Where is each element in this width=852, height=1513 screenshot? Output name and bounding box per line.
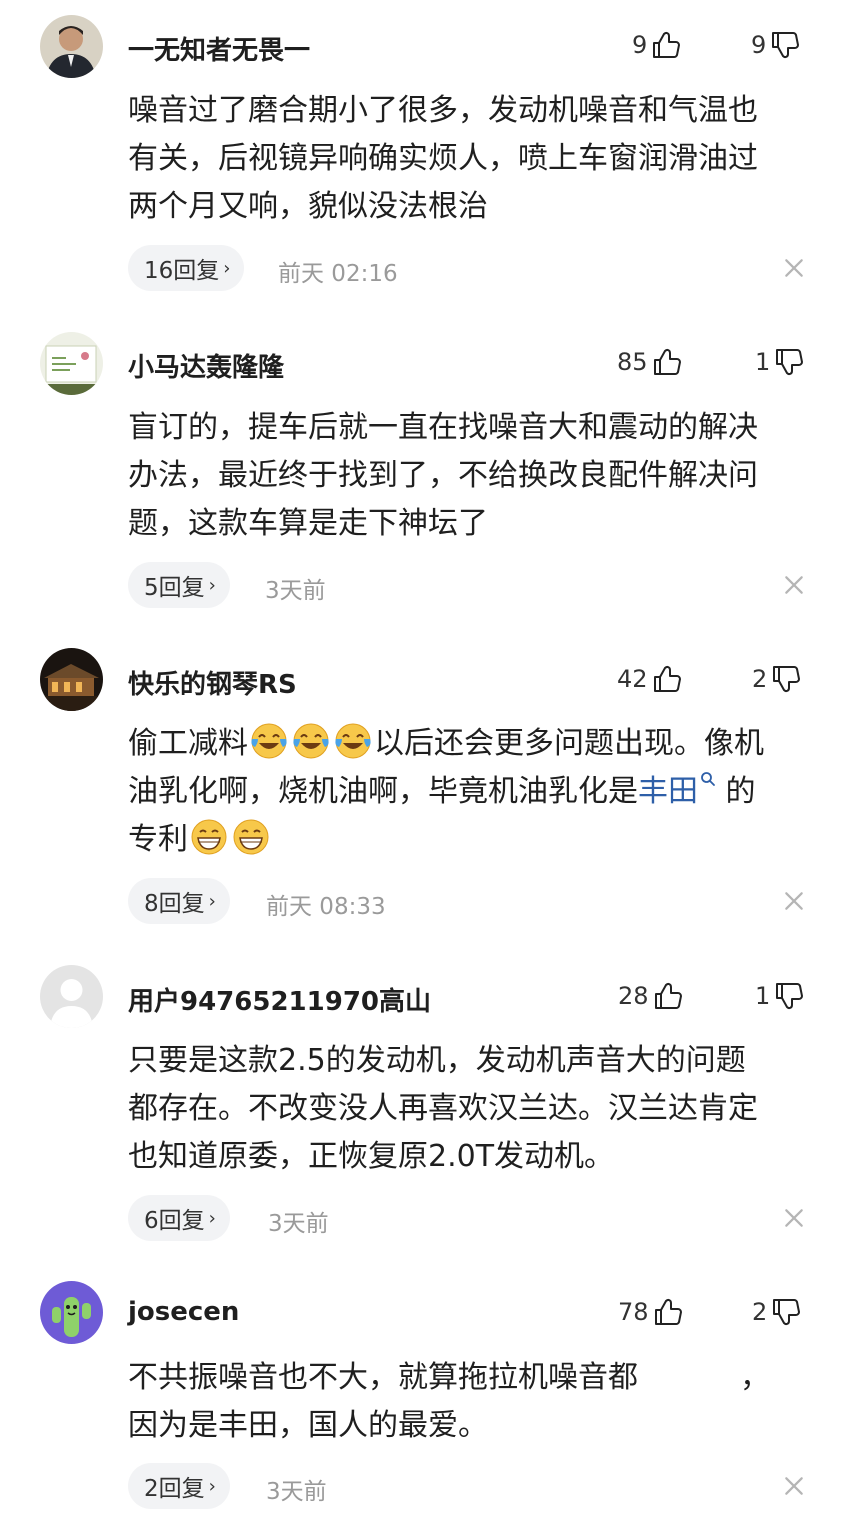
username[interactable]: 一无知者无畏一 — [128, 30, 310, 67]
dislike-count: 1 — [755, 982, 771, 1010]
close-icon[interactable] — [783, 1207, 805, 1229]
dislike-button[interactable]: 2 — [752, 664, 801, 694]
comment-line: 有关，后视镜异响确实烦人，喷上车窗润滑油过 — [128, 141, 758, 176]
comment-line: 专利 — [128, 816, 828, 864]
thumb-down-icon — [771, 1297, 801, 1327]
text-segment: 油乳化啊，烧机油啊，毕竟机油乳化是 — [128, 774, 638, 809]
grin-emoji — [189, 817, 229, 857]
like-button[interactable]: 42 — [617, 664, 682, 694]
replies-button[interactable]: 8回复 › — [128, 878, 230, 924]
comment-text: 偷工减料 以后还会更多问题出现。像机 油乳化啊，烧机油啊，毕竟机油乳化是丰田 的 … — [128, 720, 828, 864]
replies-button[interactable]: 16回复 › — [128, 245, 245, 291]
thumb-down-icon — [774, 347, 804, 377]
like-button[interactable]: 28 — [618, 981, 683, 1011]
replies-button[interactable]: 6回复 › — [128, 1195, 230, 1241]
replies-label: 6回复 — [144, 1208, 205, 1234]
comment-line: 油乳化啊，烧机油啊，毕竟机油乳化是丰田 的 — [128, 768, 828, 816]
like-button[interactable]: 85 — [617, 347, 682, 377]
thumb-up-icon — [652, 347, 682, 377]
like-count: 28 — [618, 982, 649, 1010]
timestamp: 前天 08:33 — [266, 894, 386, 920]
text-segment: 偷工减料 — [128, 726, 248, 761]
comment-text: 只要是这款2.5的发动机，发动机声音大的问题 都存在。不改变没人再喜欢汉兰达。汉… — [128, 1037, 818, 1181]
comment-line: 都存在。不改变没人再喜欢汉兰达。汉兰达肯定 — [128, 1091, 758, 1126]
chevron-right-icon: › — [223, 257, 231, 279]
dislike-count: 1 — [755, 348, 771, 376]
replies-label: 16回复 — [144, 258, 220, 284]
text-segment: 不共振噪音也不大，就算拖拉机噪音都 — [128, 1360, 638, 1395]
avatar[interactable] — [40, 332, 103, 395]
comment-line: 只要是这款2.5的发动机，发动机声音大的问题 — [128, 1043, 746, 1078]
timestamp: 3天前 — [268, 1211, 329, 1237]
comment-line: 不共振噪音也不大，就算拖拉机噪音都 ， — [128, 1354, 828, 1402]
dislike-count: 2 — [752, 665, 768, 693]
close-icon[interactable] — [783, 1475, 805, 1497]
like-count: 78 — [618, 1298, 649, 1326]
text-segment: 的 — [725, 774, 756, 809]
comment-line: 题，这款车算是走下神坛了 — [128, 506, 488, 541]
chevron-right-icon: › — [208, 1207, 216, 1229]
replies-button[interactable]: 5回复 › — [128, 562, 230, 608]
like-count: 85 — [617, 348, 648, 376]
username[interactable]: josecen — [128, 1297, 239, 1327]
text-segment: 专利 — [128, 822, 188, 857]
comment-line: 盲订的，提车后就一直在找噪音大和震动的解决 — [128, 410, 758, 445]
comment-text: 盲订的，提车后就一直在找噪音大和震动的解决 办法，最近终于找到了，不给换改良配件… — [128, 404, 818, 548]
comment-line: 办法，最近终于找到了，不给换改良配件解决问 — [128, 458, 758, 493]
close-icon[interactable] — [783, 890, 805, 912]
laugh-cry-emoji — [291, 721, 331, 761]
comment-line: 因为是丰田，国人的最爱。 — [128, 1408, 488, 1443]
timestamp: 3天前 — [266, 1479, 327, 1505]
laugh-cry-emoji — [249, 721, 289, 761]
chevron-right-icon: › — [208, 890, 216, 912]
comment-text: 噪音过了磨合期小了很多，发动机噪音和气温也 有关，后视镜异响确实烦人，喷上车窗润… — [128, 87, 818, 231]
close-icon[interactable] — [783, 257, 805, 279]
comment-text: 不共振噪音也不大，就算拖拉机噪音都 ， 因为是丰田，国人的最爱。 — [128, 1354, 828, 1450]
like-count: 9 — [632, 31, 648, 59]
comment-line: 也知道原委，正恢复原2.0T发动机。 — [128, 1139, 615, 1174]
thumb-up-icon — [653, 981, 683, 1011]
grin-emoji — [231, 817, 271, 857]
avatar[interactable] — [40, 965, 103, 1028]
dislike-count: 9 — [751, 31, 767, 59]
dislike-button[interactable]: 9 — [751, 30, 800, 60]
comment-line: 噪音过了磨合期小了很多，发动机噪音和气温也 — [128, 93, 758, 128]
comment-line: 偷工减料 以后还会更多问题出现。像机 — [128, 720, 828, 768]
like-button[interactable]: 9 — [632, 30, 681, 60]
avatar[interactable] — [40, 1281, 103, 1344]
username[interactable]: 快乐的钢琴RS — [128, 664, 297, 701]
laugh-cry-emoji — [333, 721, 373, 761]
thumb-down-icon — [774, 981, 804, 1011]
like-count: 42 — [617, 665, 648, 693]
avatar[interactable] — [40, 15, 103, 78]
thumb-down-icon — [770, 30, 800, 60]
replies-button[interactable]: 2回复 › — [128, 1463, 230, 1509]
replies-label: 5回复 — [144, 575, 205, 601]
comment-line: 两个月又响，貌似没法根治 — [128, 189, 488, 224]
text-segment: ， — [740, 1360, 770, 1395]
username[interactable]: 小马达轰隆隆 — [128, 347, 284, 384]
thumb-up-icon — [652, 664, 682, 694]
thumb-up-icon — [651, 30, 681, 60]
like-button[interactable]: 78 — [618, 1297, 683, 1327]
replies-label: 2回复 — [144, 1476, 205, 1502]
dislike-count: 2 — [752, 1298, 768, 1326]
thumb-up-icon — [653, 1297, 683, 1327]
chevron-right-icon: › — [208, 574, 216, 596]
chevron-right-icon: › — [208, 1475, 216, 1497]
replies-label: 8回复 — [144, 891, 205, 917]
avatar[interactable] — [40, 648, 103, 711]
text-segment: 以后还会更多问题出现。像机 — [374, 726, 764, 761]
search-link[interactable]: 丰田 — [638, 774, 698, 809]
dislike-button[interactable]: 1 — [755, 981, 804, 1011]
dislike-button[interactable]: 2 — [752, 1297, 801, 1327]
search-icon[interactable] — [700, 771, 716, 787]
timestamp: 3天前 — [265, 578, 326, 604]
dislike-button[interactable]: 1 — [755, 347, 804, 377]
thumb-down-icon — [771, 664, 801, 694]
username[interactable]: 用户94765211970高山 — [128, 981, 431, 1018]
timestamp: 前天 02:16 — [278, 261, 398, 287]
close-icon[interactable] — [783, 574, 805, 596]
